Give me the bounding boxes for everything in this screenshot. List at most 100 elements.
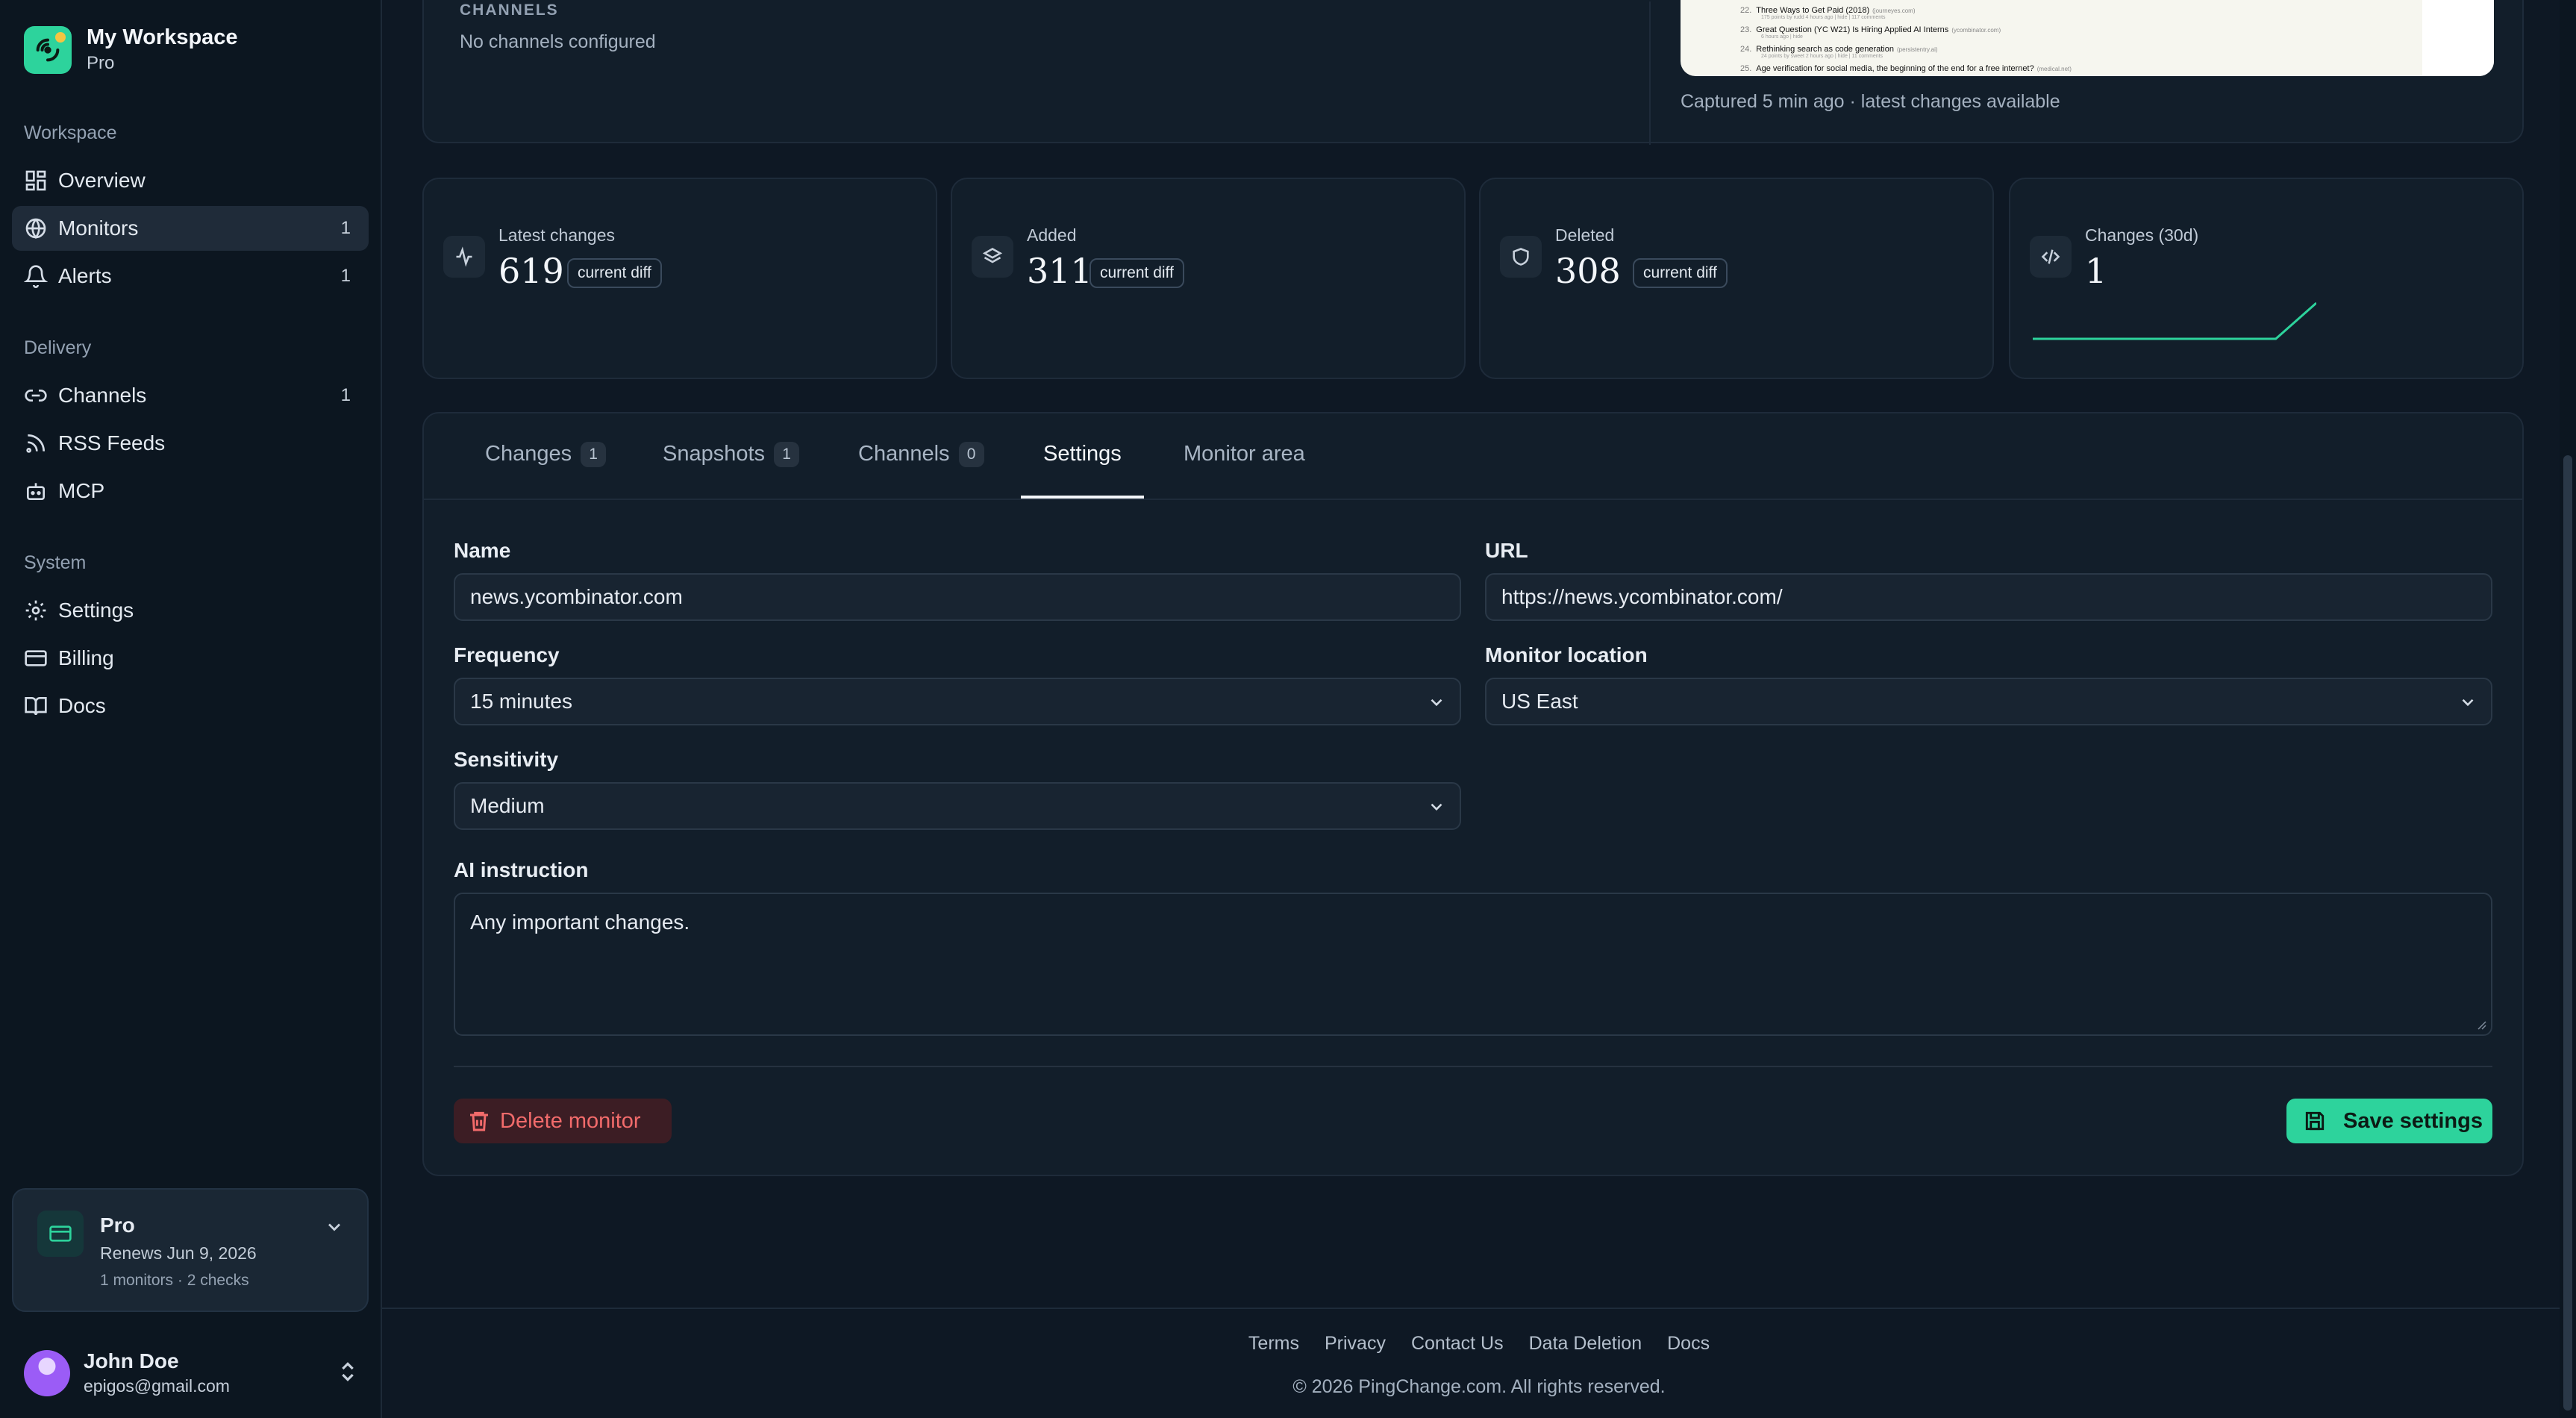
monitor-tabs: Changes 1 Snapshots 1 Channels 0 Settings M…	[424, 413, 2522, 500]
tab-snapshots[interactable]: Snapshots 1	[663, 442, 800, 499]
name-label: Name	[454, 539, 511, 562]
sidebar-item-label: Channels	[58, 384, 147, 407]
workspace-plan: Pro	[87, 53, 115, 73]
footer-link-data-deletion[interactable]: Data Deletion	[1529, 1333, 1642, 1355]
sidebar-item-settings[interactable]: Settings	[12, 588, 369, 633]
delete-monitor-button[interactable]: Delete monitor	[454, 1099, 672, 1143]
credit-card-icon	[37, 1211, 84, 1257]
sidebar-item-rss-feeds[interactable]: RSS Feeds	[12, 421, 369, 466]
stat-label: Changes (30d)	[2085, 225, 2199, 245]
sidebar-item-alerts[interactable]: Alerts 1	[12, 254, 369, 299]
save-icon	[2305, 1111, 2325, 1131]
stat-label: Added	[1027, 225, 1077, 245]
sidebar-item-label: Docs	[58, 694, 106, 717]
footer-link-contact[interactable]: Contact Us	[1411, 1333, 1504, 1355]
sidebar-item-label: RSS Feeds	[58, 431, 166, 455]
workspace-name: My Workspace	[87, 25, 238, 49]
chevron-down-icon	[1431, 803, 1442, 811]
footer-links: Terms Privacy Contact Us Data Deletion D…	[382, 1333, 2576, 1355]
robot-icon	[27, 483, 45, 500]
monitor-location-label: Monitor location	[1485, 643, 1648, 666]
user-email: epigos@gmail.com	[84, 1376, 230, 1396]
plan-renewal: Renews Jun 9, 2026	[100, 1243, 257, 1263]
tab-changes[interactable]: Changes 1	[485, 442, 607, 499]
save-settings-button[interactable]: Save settings	[2286, 1099, 2492, 1143]
sidebar-item-label: Billing	[58, 646, 114, 669]
shield-icon	[1500, 236, 1542, 278]
section-label-workspace: Workspace	[24, 122, 117, 143]
sidebar-item-label: Monitors	[58, 216, 139, 240]
sidebar-item-count: 1	[340, 218, 351, 238]
tab-channels[interactable]: Channels 0	[858, 442, 984, 499]
resize-handle-icon[interactable]	[2475, 1018, 2486, 1030]
sidebar-item-monitors[interactable]: Monitors 1	[12, 206, 369, 251]
footer-link-docs[interactable]: Docs	[1667, 1333, 1710, 1355]
stat-value: 308	[1555, 251, 1621, 291]
workspace-logo-icon	[24, 25, 72, 74]
channels-section-label: CHANNELS	[460, 1, 559, 19]
snapshot-preview[interactable]: 22. Three Ways to Get Paid (2018) (journey…	[1681, 0, 2494, 76]
sidebar-item-billing[interactable]: Billing	[12, 636, 369, 681]
ai-instruction-textarea[interactable]: Any important changes.	[454, 893, 2492, 1036]
tab-monitor-area[interactable]: Monitor area	[1184, 442, 1305, 499]
footer-link-privacy[interactable]: Privacy	[1325, 1333, 1386, 1355]
workspace-switcher[interactable]: My Workspace Pro	[24, 25, 238, 74]
section-label-delivery: Delivery	[24, 337, 92, 358]
stat-value: 619	[498, 251, 564, 291]
stat-value: 1	[2085, 251, 2107, 291]
ai-instruction-label: AI instruction	[454, 858, 589, 881]
credit-card-icon	[25, 650, 47, 666]
tab-count: 1	[581, 442, 607, 467]
tab-count: 1	[774, 442, 800, 467]
sidebar-item-label: Overview	[58, 169, 146, 192]
plan-usage: 1 monitors · 2 checks	[100, 1272, 249, 1289]
link-icon	[25, 390, 47, 402]
chevron-down-icon[interactable]	[324, 1216, 345, 1237]
plan-card[interactable]: Pro Renews Jun 9, 2026 1 monitors · 2 ch…	[12, 1188, 369, 1312]
stat-label: Latest changes	[498, 225, 616, 245]
footer-link-terms[interactable]: Terms	[1248, 1333, 1299, 1355]
url-label: URL	[1485, 539, 1528, 562]
user-menu[interactable]: John Doe epigos@gmail.com	[24, 1349, 360, 1396]
rss-icon	[26, 434, 45, 453]
avatar	[24, 1349, 70, 1396]
activity-icon	[443, 236, 485, 278]
url-input[interactable]: https://news.ycombinator.com/	[1485, 573, 2492, 621]
sidebar-item-channels[interactable]: Channels 1	[12, 373, 369, 418]
monitor-location-select[interactable]: US East	[1485, 678, 2492, 725]
stat-card-latest-changes: Latest changes 619 current diff	[422, 178, 937, 379]
chevron-down-icon	[1431, 699, 1442, 707]
sidebar-item-docs[interactable]: Docs	[12, 684, 369, 728]
snapshot-caption: Captured 5 min ago · latest changes avai…	[1681, 91, 2060, 112]
sidebar: My Workspace Pro Workspace Overview Moni…	[0, 0, 382, 1418]
monitor-overview-panel: CHANNELS No channels configured 22. Three…	[422, 0, 2524, 145]
sensitivity-select[interactable]: Medium	[454, 782, 1461, 830]
sidebar-item-label: Settings	[58, 599, 134, 622]
chevrons-up-down-icon	[342, 1362, 354, 1381]
tab-count: 0	[958, 442, 984, 467]
snapshot-row: 22. Three Ways to Get Paid (2018) (journey…	[1740, 6, 1916, 20]
stat-card-changes-30d: Changes (30d) 1	[2009, 178, 2524, 379]
sensitivity-label: Sensitivity	[454, 748, 559, 771]
sidebar-item-count: 1	[340, 266, 351, 286]
stat-value: 311	[1027, 251, 1092, 291]
sidebar-item-overview[interactable]: Overview	[12, 158, 369, 203]
channels-empty-text: No channels configured	[460, 31, 656, 52]
chevron-down-icon	[2462, 699, 2474, 707]
stat-pill: current diff	[1633, 258, 1728, 288]
section-label-system: System	[24, 552, 87, 573]
globe-icon	[25, 218, 46, 240]
stat-pill: current diff	[567, 258, 662, 288]
frequency-select[interactable]: 15 minutes	[454, 678, 1461, 725]
trash-icon	[470, 1111, 488, 1131]
page-scrollbar[interactable]	[2560, 0, 2576, 1418]
name-input[interactable]: news.ycombinator.com	[454, 573, 1461, 621]
sidebar-item-mcp[interactable]: MCP	[12, 469, 369, 513]
snapshot-row: 25. Age verification for social media, th…	[1740, 64, 2072, 73]
tab-settings[interactable]: Settings	[1021, 442, 1144, 499]
sidebar-item-count: 1	[340, 385, 351, 405]
stat-label: Deleted	[1555, 225, 1615, 245]
copyright: © 2026 PingChange.com. All rights reserv…	[1292, 1376, 1666, 1397]
bell-icon	[24, 265, 48, 288]
code-icon	[2030, 236, 2072, 278]
